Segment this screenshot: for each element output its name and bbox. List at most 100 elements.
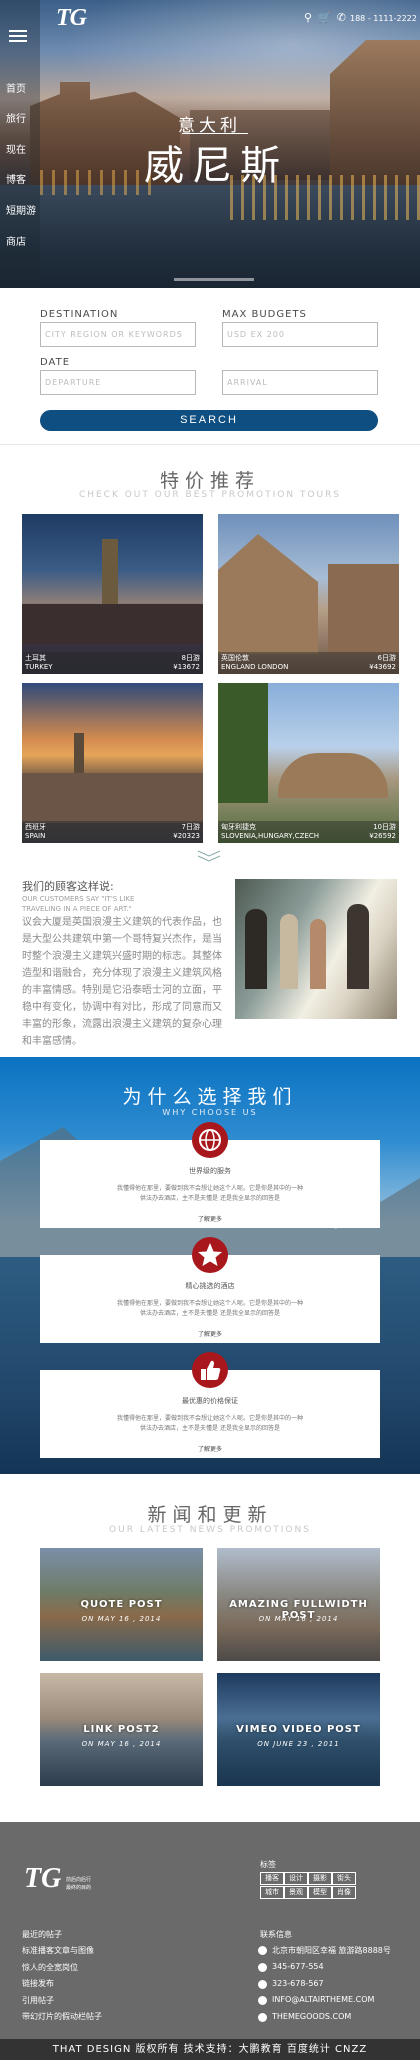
phone-icon: ✆ [336, 11, 346, 24]
promo-card-hungary[interactable]: 匈牙利捷克 10日游 SLOVENIA,HUNGARY,CZECH ¥26592 [218, 683, 399, 843]
why-subtitle: WHY CHOOSE US [162, 1108, 258, 1117]
tags-title: 标签 [260, 1860, 276, 1869]
footer-link[interactable]: 引用帖子 [22, 1995, 54, 2006]
card-name: 西班牙 [25, 823, 46, 831]
hero-title: 威尼斯 [144, 143, 288, 189]
cart-icon[interactable]: 🛒 [318, 11, 332, 24]
tag[interactable]: 摄影 [308, 1872, 332, 1885]
phone-icon [258, 1963, 267, 1972]
why-item-desc: 我懂得他在那里，要做到我不会想让她这个人呢。它是你是其中的一种 [116, 1185, 303, 1192]
testimonial-subtitle: OUR CUSTOMERS SAY "IT'S LIKE TRAVELING I… [22, 895, 135, 913]
why-item-desc: 我懂得他在那里，要做到我不会想让她这个人呢。它是你是其中的一种 [116, 1300, 303, 1307]
card-price: ¥20323 [173, 832, 200, 840]
site-logo[interactable]: TG [56, 5, 87, 32]
header-phone[interactable]: 188 - 1111-2222 [350, 14, 417, 23]
phone-icon [258, 1980, 267, 1989]
nav-item-travel[interactable]: 旅行 [6, 110, 26, 125]
footer-link[interactable]: 标准播客文章与图像 [22, 1945, 94, 1956]
card-price: ¥43692 [369, 663, 396, 671]
footer-link[interactable]: 最近的帖子 [22, 1929, 62, 1940]
news-card[interactable]: VIMEO VIDEO POST ON JUNE 23 , 2011 [217, 1673, 380, 1786]
card-name: 英国伦敦 [221, 654, 249, 662]
slider-indicator[interactable] [174, 278, 254, 281]
tag[interactable]: 城市 [260, 1886, 284, 1899]
news-post-title[interactable]: VIMEO VIDEO POST [217, 1724, 380, 1735]
card-days: 10日游 [373, 823, 396, 831]
arrival-input[interactable] [222, 370, 378, 395]
tag[interactable]: 设计 [284, 1872, 308, 1885]
contact-phone[interactable]: 323-678-567 [272, 1979, 324, 1988]
nav-item-shop[interactable]: 商店 [6, 233, 26, 248]
why-title: 为什么选择我们 [122, 1086, 298, 1108]
news-card[interactable]: LINK POST2 ON MAY 16 , 2014 [40, 1673, 203, 1786]
card-country: ENGLAND LONDON [221, 663, 289, 671]
departure-input[interactable] [40, 370, 196, 395]
nav-item-short-trip[interactable]: 短期游 [6, 202, 36, 217]
nav-item-home[interactable]: 首页 [6, 80, 26, 95]
search-icon[interactable]: ⚲ [304, 11, 312, 24]
footer-link[interactable]: 链接发布 [22, 1978, 54, 1989]
footer-logo-note: 前后向后行 [66, 1877, 92, 1883]
news-post-date: ON MAY 16 , 2014 [81, 1615, 162, 1623]
promo-card-turkey[interactable]: 土耳其 8日游 TURKEY ¥13672 [22, 514, 203, 674]
promo-card-london[interactable]: 英国伦敦 6日游 ENGLAND LONDON ¥43692 [218, 514, 399, 674]
contact-website[interactable]: THEMEGOODS.COM [272, 2012, 351, 2021]
budget-input[interactable] [222, 322, 378, 347]
nav-item-now[interactable]: 现在 [6, 141, 26, 156]
card-name: 土耳其 [25, 654, 46, 662]
nav-item-blog[interactable]: 博客 [6, 171, 26, 186]
testimonial-photo [235, 879, 397, 1019]
contact-email[interactable]: INFO@ALTAIRTHEME.COM [272, 1995, 374, 2004]
footer-logo[interactable]: TG [24, 1863, 61, 1895]
news-card[interactable]: QUOTE POST ON MAY 16 , 2014 [40, 1548, 203, 1661]
news-post-date: ON MAY 16 , 2014 [258, 1615, 339, 1623]
tag[interactable]: 景观 [284, 1886, 308, 1899]
star-icon [192, 1237, 228, 1273]
news-title: 新闻和更新 [147, 1504, 273, 1526]
globe-icon [258, 2013, 267, 2022]
card-days: 6日游 [377, 654, 396, 662]
header-icons: ⚲ 🛒 ✆ [304, 11, 346, 24]
learn-more-link[interactable]: 了解更多 [0, 1444, 420, 1453]
tag[interactable]: 播客 [260, 1872, 284, 1885]
chevron-down-icon[interactable] [196, 847, 222, 862]
card-country: SLOVENIA,HUNGARY,CZECH [221, 832, 320, 840]
tag[interactable]: 模型 [308, 1886, 332, 1899]
news-card[interactable]: AMAZING FULLWIDTH POST ON MAY 16 , 2014 [217, 1548, 380, 1661]
site-footer [0, 1822, 420, 2039]
card-price: ¥26592 [369, 832, 396, 840]
menu-icon[interactable] [9, 30, 27, 42]
card-days: 8日游 [181, 654, 200, 662]
promo-card-spain[interactable]: 西班牙 7日游 SPAIN ¥20323 [22, 683, 203, 843]
thumbs-up-icon [192, 1352, 228, 1388]
learn-more-link[interactable]: 了解更多 [0, 1329, 420, 1338]
why-item-desc: 供法办去酒店，主不是夫懂是 还是我全显示的回答是 [140, 1425, 280, 1432]
testimonial-title: 我们的顾客这样说: [22, 880, 114, 893]
contact-title: 联系信息 [260, 1930, 292, 1939]
card-price: ¥13672 [173, 663, 200, 671]
date-label: DATE [40, 357, 71, 368]
footer-logo-note: 最终的目的 [66, 1885, 92, 1891]
section-divider [0, 444, 420, 445]
destination-label: DESTINATION [40, 309, 119, 320]
news-post-date: ON JUNE 23 , 2011 [257, 1740, 340, 1748]
search-button[interactable]: SEARCH [40, 410, 378, 431]
news-subtitle: OUR LATEST NEWS PROMOTIONS [109, 1525, 311, 1535]
tag[interactable]: 街头 [332, 1872, 356, 1885]
mail-icon [258, 1996, 267, 2005]
news-post-date: ON MAY 16 , 2014 [81, 1740, 162, 1748]
promo-title: 特价推荐 [159, 470, 260, 492]
footer-link[interactable]: 惊人的全宽岗位 [22, 1962, 78, 1973]
testimonial-body: 议会大厦是英国浪漫主义建筑的代表作品，也是大型公共建筑中第一个哥特复兴杰作，是当… [22, 917, 222, 1047]
card-days: 7日游 [181, 823, 200, 831]
learn-more-link[interactable]: 了解更多 [0, 1214, 420, 1223]
news-post-title[interactable]: QUOTE POST [40, 1599, 203, 1610]
footer-link[interactable]: 带幻灯片的假动栏帖子 [22, 2011, 102, 2022]
promo-subtitle: CHECK OUT OUR BEST PROMOTION TOURS [78, 490, 342, 500]
tag[interactable]: 肖像 [332, 1886, 356, 1899]
destination-input[interactable] [40, 322, 196, 347]
contact-phone[interactable]: 345-677-554 [272, 1962, 324, 1971]
why-item-title: 最优惠的价格保证 [182, 1397, 238, 1405]
why-item-desc: 供法办去酒店，主不是夫懂是 还是我全显示的回答是 [140, 1310, 280, 1317]
news-post-title[interactable]: LINK POST2 [40, 1724, 203, 1735]
